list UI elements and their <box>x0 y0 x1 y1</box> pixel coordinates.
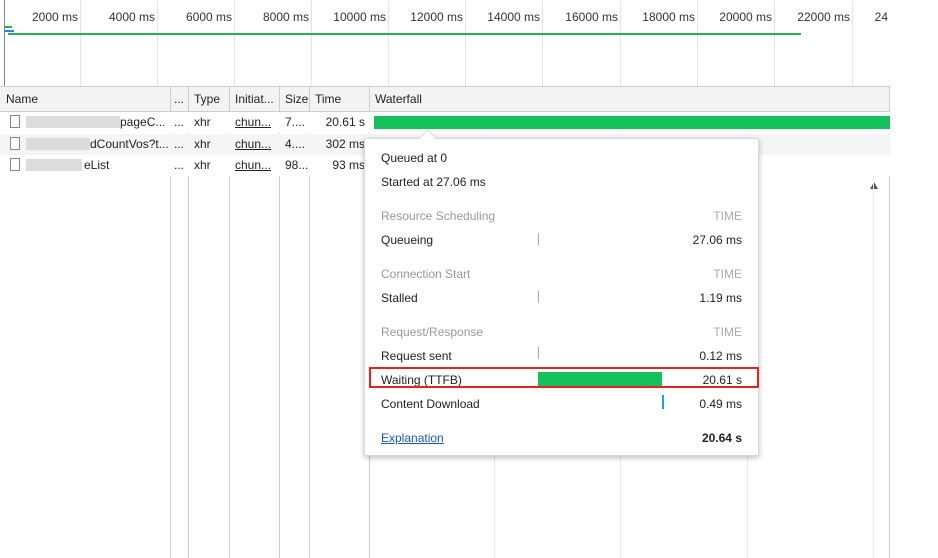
stalled-value: 1.19 ms <box>699 291 742 305</box>
tick-label: 8000 ms <box>262 10 309 24</box>
grid-line <box>311 0 312 86</box>
row-type: xhr <box>194 158 211 172</box>
content-download-label: Content Download <box>381 397 480 411</box>
row-size: 7.... <box>285 115 306 129</box>
redacted-text <box>26 159 82 171</box>
row-name[interactable]: dCountVos?t... <box>84 134 170 155</box>
explanation-link[interactable]: Explanation <box>381 431 444 445</box>
row-checkbox[interactable] <box>10 137 20 150</box>
row-more: ... <box>174 137 185 151</box>
stalled-label: Stalled <box>381 291 418 305</box>
grid-line <box>620 0 621 86</box>
content-download-bar <box>662 395 664 409</box>
sort-up-icon[interactable] <box>870 182 878 189</box>
tick-label: 4000 ms <box>108 10 155 24</box>
grid-line <box>697 0 698 86</box>
grid-line <box>234 0 235 86</box>
queued-at: Queued at 0 <box>381 151 448 165</box>
request-sent-bar <box>538 347 539 359</box>
row-type: xhr <box>194 115 211 129</box>
section-request-response: Request/Response <box>381 325 484 339</box>
col-initiator[interactable]: Initiat... <box>229 87 279 111</box>
tick-label: 12000 ms <box>410 10 463 24</box>
grid-line <box>852 0 853 86</box>
grid-line <box>157 0 158 86</box>
grid-line <box>465 0 466 86</box>
tick-label: 14000 ms <box>487 10 540 24</box>
waterfall-grid-line <box>873 112 874 558</box>
row-checkbox[interactable] <box>10 158 20 171</box>
overview-mark-green <box>4 26 12 28</box>
tick-label: 24 <box>874 10 888 24</box>
queueing-bar <box>538 233 539 245</box>
row-time: 93 ms <box>332 158 365 172</box>
request-sent-value: 0.12 ms <box>699 349 742 363</box>
stalled-bar <box>538 291 539 303</box>
queueing-label: Queueing <box>381 233 434 247</box>
col-waterfall[interactable]: Waterfall <box>369 87 864 111</box>
grid-line <box>774 0 775 86</box>
row-name[interactable]: eList <box>78 155 170 176</box>
tick-label: 22000 ms <box>797 10 850 24</box>
row-more: ... <box>174 158 185 172</box>
total-time: 20.64 s <box>701 431 742 445</box>
request-sent-label: Request sent <box>381 349 452 363</box>
grid-line <box>542 0 543 86</box>
time-header: TIME <box>713 325 742 339</box>
content-download-value: 0.49 ms <box>699 397 742 411</box>
tick-label: 20000 ms <box>719 10 772 24</box>
time-header: TIME <box>713 267 742 281</box>
tick-label: 10000 ms <box>333 10 386 24</box>
time-header: TIME <box>713 209 742 223</box>
timing-tooltip: Queued at 0 Started at 27.06 ms Resource… <box>364 129 759 456</box>
row-initiator-link[interactable]: chun... <box>235 158 271 172</box>
overview-left-marker <box>4 0 5 86</box>
row-size: 98... <box>285 158 309 172</box>
overview-mark-blue <box>4 30 14 32</box>
tick-label: 16000 ms <box>565 10 618 24</box>
column-header: Name ... Type Initiat... Size Time Water… <box>0 87 890 189</box>
section-resource-scheduling: Resource Scheduling <box>381 209 496 223</box>
tick-label: 6000 ms <box>185 10 232 24</box>
redacted-text <box>26 116 120 128</box>
row-initiator-link[interactable]: chun... <box>235 137 271 151</box>
started-at: Started at 27.06 ms <box>381 175 486 189</box>
row-name[interactable]: pageC... <box>114 112 170 133</box>
col-type[interactable]: Type <box>188 87 229 111</box>
section-connection-start: Connection Start <box>381 267 471 281</box>
col-size[interactable]: Size <box>279 87 309 111</box>
col-more[interactable]: ... <box>170 87 188 111</box>
grid-line <box>80 0 81 86</box>
tick-label: 2000 ms <box>31 10 78 24</box>
col-name[interactable]: Name <box>0 87 170 111</box>
overview-timeline[interactable]: 2000 ms 4000 ms 6000 ms 8000 ms 10000 ms… <box>0 0 890 87</box>
row-more: ... <box>174 115 185 129</box>
row-type: xhr <box>194 137 211 151</box>
row-time: 20.61 s <box>325 115 365 129</box>
row-initiator-link[interactable]: chun... <box>235 115 271 129</box>
queueing-value: 27.06 ms <box>692 233 742 247</box>
waterfall-bar[interactable] <box>374 116 890 129</box>
row-checkbox[interactable] <box>10 115 20 128</box>
tick-label: 18000 ms <box>642 10 695 24</box>
col-time[interactable]: Time <box>309 87 369 111</box>
row-time: 302 ms <box>325 137 365 151</box>
overview-request-line <box>8 33 801 35</box>
ttfb-highlight-box <box>369 367 759 388</box>
grid-line <box>388 0 389 86</box>
row-size: 4.... <box>285 137 306 151</box>
redacted-text <box>26 138 90 150</box>
